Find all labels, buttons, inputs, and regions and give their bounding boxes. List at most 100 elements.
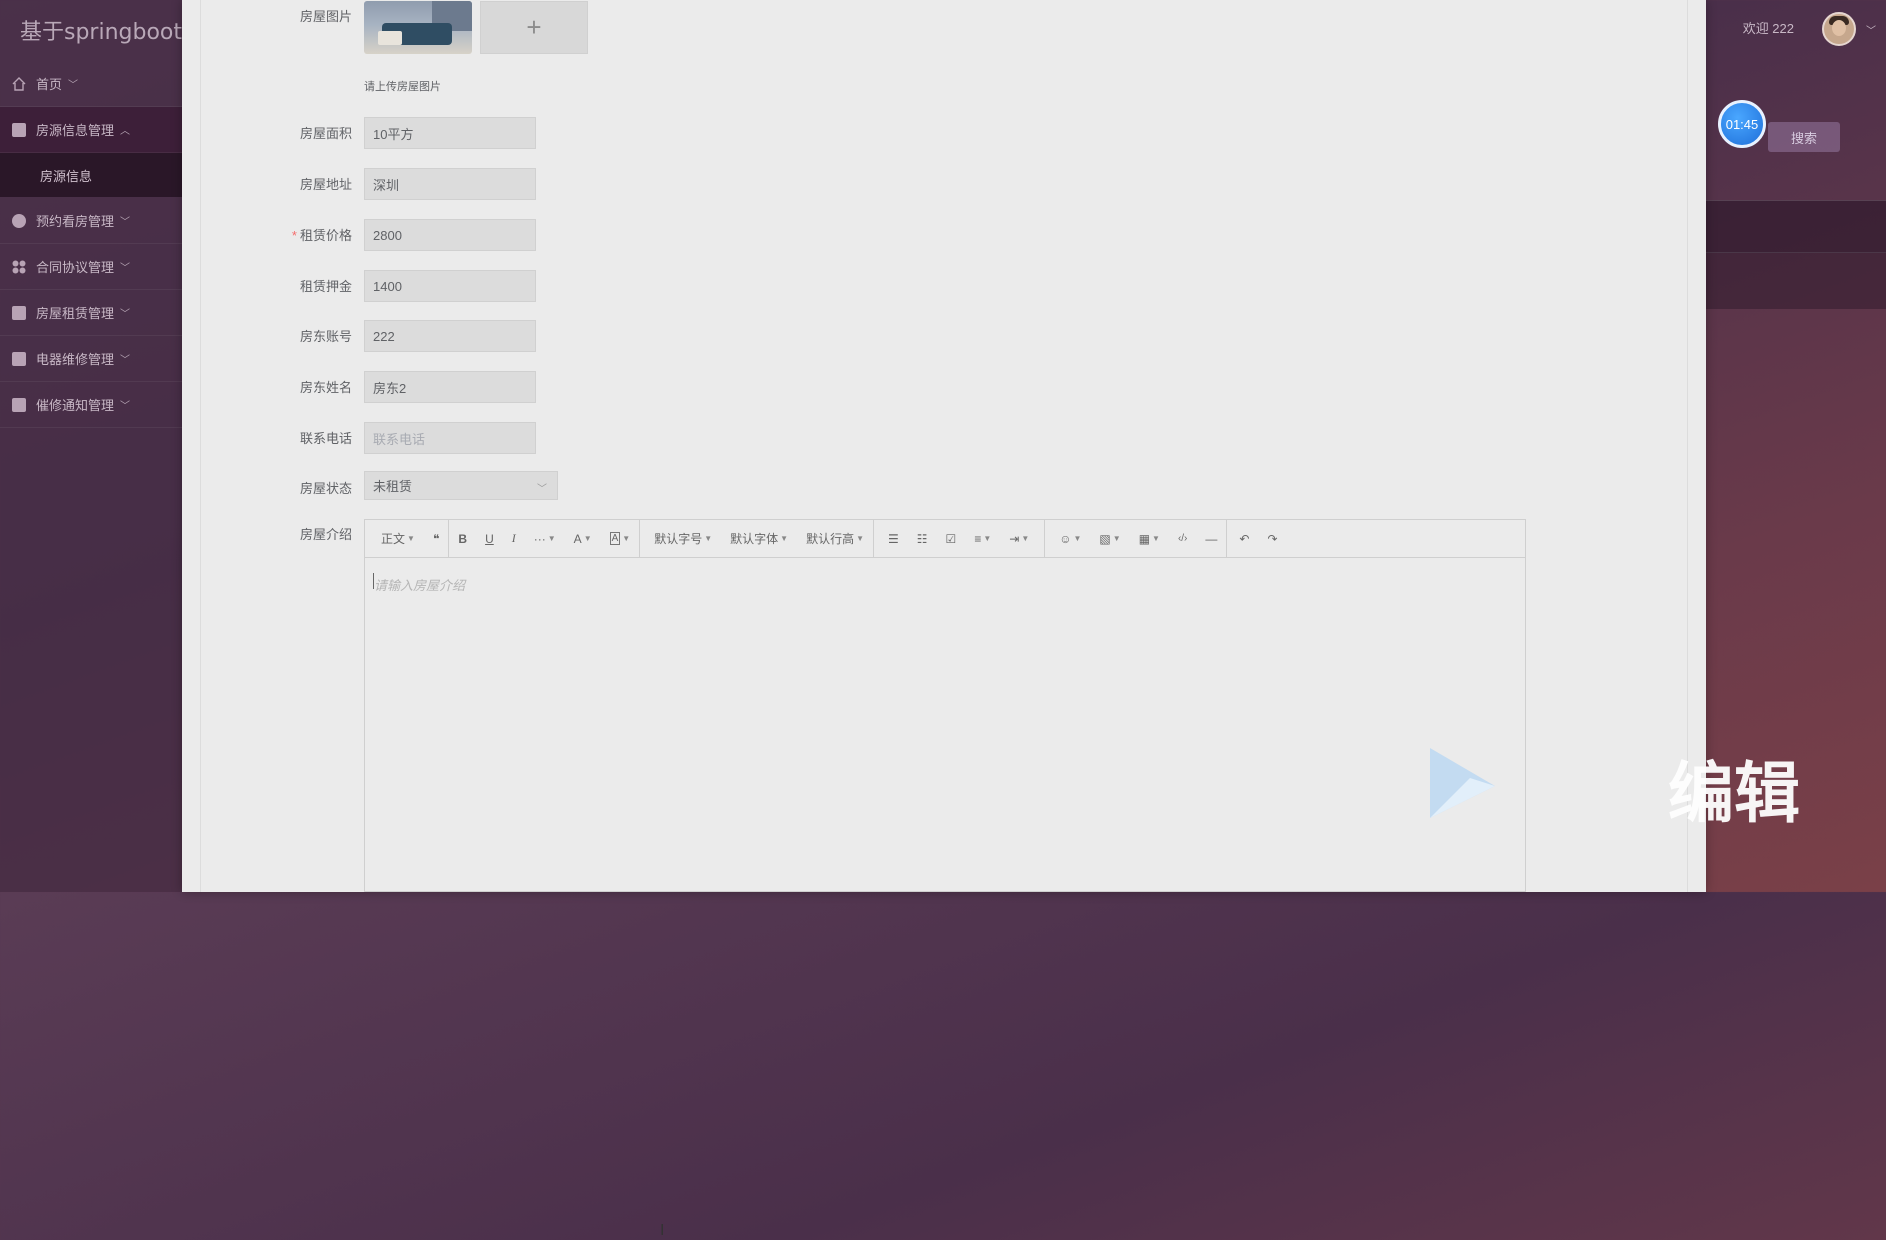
sidebar-item-listing-management[interactable]: 房源信息管理 ︿ [0, 107, 182, 153]
building-icon [12, 122, 26, 137]
deposit-input[interactable]: 1400 [364, 270, 536, 302]
bullet-list-icon[interactable]: ☰ [874, 520, 908, 557]
sidebar-item-repair-management[interactable]: 电器维修管理 ﹀ [0, 336, 182, 382]
table-dropdown[interactable]: ▦ ▼ [1130, 520, 1169, 557]
landlord-account-input[interactable]: 222 [364, 320, 536, 352]
font-size-label: 默认字号 [654, 532, 703, 546]
align-dropdown[interactable]: ≡ ▼ [965, 520, 1000, 557]
italic-icon[interactable]: I [503, 520, 525, 557]
line-height-dropdown[interactable]: 默认行高 ▼ [797, 520, 873, 557]
divider-icon[interactable]: ― [1196, 520, 1226, 557]
redo-icon[interactable]: ↷ [1258, 520, 1286, 557]
landlord-name-input[interactable]: 房东2 [364, 371, 536, 403]
quote-icon[interactable]: ❝ [424, 520, 448, 557]
chevron-down-icon: ﹀ [120, 401, 131, 412]
bold-icon[interactable]: B [449, 520, 476, 557]
image-icon: ▧ [1099, 531, 1111, 546]
watermark-logo-icon [1430, 748, 1495, 818]
more-icon: ··· [533, 531, 546, 546]
home-icon [12, 76, 26, 91]
status-select[interactable]: 未租赁 ﹀ [364, 471, 558, 500]
phone-label: 联系电话 [299, 431, 352, 446]
underline-icon[interactable]: U [476, 520, 503, 557]
area-label: 房屋面积 [299, 126, 352, 141]
caret-icon: ▼ [622, 534, 631, 543]
app-title: 基于springboot的 [20, 20, 205, 45]
caret-icon: ▼ [704, 534, 713, 543]
chevron-up-icon: ︿ [120, 126, 131, 137]
sidebar-item-label: 电器维修管理 [36, 352, 115, 367]
code-icon[interactable]: ‹/› [1169, 520, 1196, 557]
caret-icon: ▼ [1112, 534, 1121, 543]
indent-icon: ⇥ [1009, 531, 1020, 546]
image-dropdown[interactable]: ▧ ▼ [1090, 520, 1129, 557]
phone-input[interactable]: 联系电话 [364, 422, 536, 454]
emotion-icon: ☺ [1059, 531, 1072, 546]
required-mark: * [291, 228, 297, 243]
address-label: 房屋地址 [299, 177, 352, 192]
sidebar-item-home[interactable]: 首页 ﹀ [0, 61, 182, 107]
sidebar-item-label: 房源信息管理 [36, 123, 115, 138]
gift-icon [12, 397, 26, 412]
line-height-label: 默认行高 [806, 532, 855, 546]
caret-icon: ▼ [856, 534, 865, 543]
intro-label: 房屋介绍 [299, 527, 352, 542]
font-family-dropdown[interactable]: 默认字体 ▼ [721, 520, 797, 557]
deposit-label: 租赁押金 [299, 279, 352, 294]
caret-icon: ▼ [1152, 534, 1160, 543]
watermark-text: 编辑 [1668, 756, 1800, 830]
area-input[interactable]: 10平方 [364, 117, 536, 149]
more-style-dropdown[interactable]: ··· ▼ [525, 520, 565, 557]
timer-badge: 01:45 [1718, 100, 1766, 148]
caret-icon: ▼ [583, 534, 592, 543]
sidebar-subitem-listing-info[interactable]: 房源信息 [0, 153, 182, 197]
bg-color-icon: A [609, 532, 621, 545]
sidebar-item-label: 首页 [36, 77, 63, 92]
caret-icon: ▼ [1073, 534, 1082, 543]
font-family-label: 默认字体 [730, 532, 779, 546]
table-header-bar [1706, 200, 1886, 253]
todo-icon[interactable]: ☑ [937, 520, 966, 557]
upload-image-button[interactable]: + [480, 1, 588, 54]
sidebar-item-rental-management[interactable]: 房屋租赁管理 ﹀ [0, 290, 182, 336]
sidebar-item-label: 催修通知管理 [36, 398, 115, 413]
font-color-icon: A [573, 531, 582, 546]
upload-tip: 请上传房屋图片 [364, 81, 441, 93]
font-color-dropdown[interactable]: A ▼ [565, 520, 601, 557]
welcome-text: 欢迎 222 [1742, 21, 1794, 36]
table-row-bar [1706, 252, 1886, 309]
numbered-list-icon[interactable]: ☷ [908, 520, 937, 557]
sidebar-item-repair-notice[interactable]: 催修通知管理 ﹀ [0, 382, 182, 428]
font-size-dropdown[interactable]: 默认字号 ▼ [640, 520, 721, 557]
sidebar-item-viewing-appointments[interactable]: 预约看房管理 ﹀ [0, 198, 182, 244]
edit-icon [12, 351, 26, 366]
price-input[interactable]: 2800 [364, 219, 536, 251]
editor-toolbar: 正文 ▼ ❝ B U I ··· ▼ A ▼ A ▼ 默认字号 ▼ 默认字体 ▼ 默认行高 ▼… [365, 520, 1525, 558]
sidebar-item-label: 房源信息 [40, 168, 93, 184]
paragraph-dropdown[interactable]: 正文 ▼ [365, 520, 424, 557]
emotion-dropdown[interactable]: ☺ ▼ [1045, 520, 1090, 557]
caret-icon: ▼ [1021, 534, 1030, 543]
sidebar-item-label: 合同协议管理 [36, 260, 115, 275]
text-cursor-icon: I [660, 1222, 665, 1239]
indent-dropdown[interactable]: ⇥ ▼ [1000, 520, 1038, 557]
address-input[interactable]: 深圳 [364, 168, 536, 200]
grid-icon [12, 260, 26, 274]
sidebar: 基于springboot的 首页 ﹀ 房源信息管理 ︿ 房源信息 预约看房管理 … [0, 0, 204, 892]
status-label: 房屋状态 [299, 481, 352, 496]
chevron-down-icon: ﹀ [120, 309, 131, 320]
sidebar-item-contracts[interactable]: 合同协议管理 ﹀ [0, 244, 182, 290]
avatar[interactable] [1822, 12, 1856, 46]
landlord-account-label: 房东账号 [299, 329, 352, 344]
chevron-down-icon: ﹀ [537, 484, 547, 495]
price-label: * 租赁价格 [268, 225, 352, 244]
paragraph-label: 正文 [381, 532, 406, 546]
sidebar-item-label: 房屋租赁管理 [36, 306, 115, 321]
bg-color-dropdown[interactable]: A ▼ [601, 520, 640, 557]
price-label-text: 租赁价格 [299, 228, 352, 243]
chevron-down-icon[interactable]: ﹀ [1866, 22, 1876, 37]
rich-text-editor[interactable]: 正文 ▼ ❝ B U I ··· ▼ A ▼ A ▼ 默认字号 ▼ 默认字体 ▼ 默认行高 ▼… [364, 519, 1526, 1239]
house-image-thumbnail[interactable] [364, 1, 472, 54]
undo-icon[interactable]: ↶ [1227, 520, 1258, 557]
search-button[interactable]: 搜索 [1768, 122, 1840, 152]
